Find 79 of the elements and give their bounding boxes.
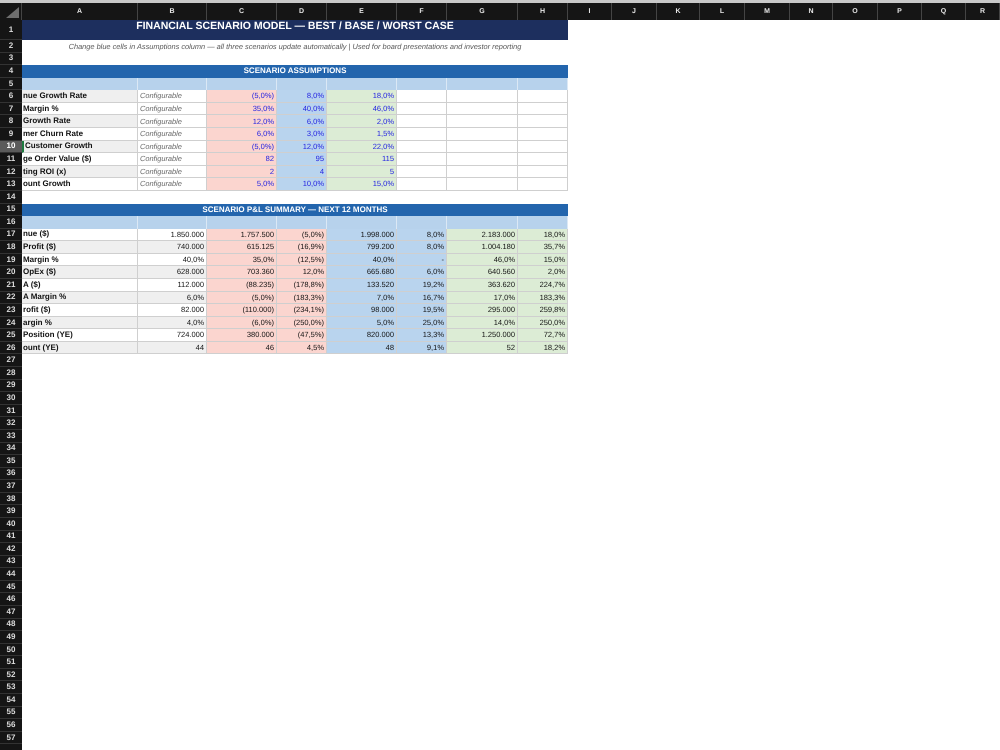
- row-header[interactable]: 6: [0, 90, 22, 103]
- row-label: Position (YE): [22, 329, 138, 342]
- row-header[interactable]: 34: [0, 442, 22, 456]
- row-header[interactable]: 44: [0, 568, 22, 581]
- row-header[interactable]: 17: [0, 228, 22, 242]
- row-label: ount (YE): [22, 342, 138, 354]
- row-header[interactable]: 2: [0, 40, 22, 53]
- row-label: A ($): [22, 278, 138, 292]
- row-label: A Margin %: [22, 292, 138, 304]
- section-header: SCENARIO P&L SUMMARY — NEXT 12 MONTHS: [22, 204, 568, 216]
- row-header[interactable]: 32: [0, 417, 22, 430]
- row-label: nue ($): [22, 228, 138, 242]
- row-header[interactable]: 50: [0, 644, 22, 656]
- row-header[interactable]: 54: [0, 694, 22, 707]
- row-header[interactable]: 10: [0, 140, 22, 154]
- row-label: Margin %: [22, 102, 138, 116]
- row-header[interactable]: 35: [0, 455, 22, 468]
- row-header[interactable]: 57: [0, 732, 22, 744]
- row-header[interactable]: 7: [0, 102, 22, 116]
- row-header[interactable]: 15: [0, 204, 22, 216]
- row-header[interactable]: 56: [0, 719, 22, 732]
- row-header[interactable]: 25: [0, 329, 22, 342]
- row-header[interactable]: 19: [0, 254, 22, 266]
- row-header[interactable]: 49: [0, 631, 22, 644]
- row-header[interactable]: 1: [0, 20, 22, 40]
- row-label: Margin %: [22, 254, 138, 266]
- row-label: ting ROI (x): [22, 166, 138, 178]
- row-label: rofit ($): [22, 304, 138, 317]
- row-header[interactable]: 31: [0, 404, 22, 418]
- row-header[interactable]: 43: [0, 556, 22, 568]
- row-header[interactable]: 9: [0, 128, 22, 141]
- row-header[interactable]: 42: [0, 543, 22, 556]
- row-header[interactable]: 3: [0, 52, 22, 66]
- row-header[interactable]: 36: [0, 468, 22, 480]
- row-header[interactable]: 40: [0, 518, 22, 531]
- row-header[interactable]: 16: [0, 216, 22, 229]
- row-header[interactable]: 45: [0, 580, 22, 594]
- row-header[interactable]: 47: [0, 606, 22, 619]
- row-header[interactable]: 38: [0, 492, 22, 506]
- row-header[interactable]: 41: [0, 530, 22, 544]
- row-header[interactable]: 46: [0, 593, 22, 606]
- row-label: nue Growth Rate: [22, 90, 138, 103]
- row-label: ount Growth: [22, 178, 138, 191]
- row-header[interactable]: 11: [0, 153, 22, 166]
- row-header[interactable]: 33: [0, 430, 22, 442]
- row-label: mer Churn Rate: [22, 128, 138, 141]
- triangle-icon: [6, 7, 19, 18]
- row-header[interactable]: 5: [0, 78, 22, 90]
- row-header[interactable]: 21: [0, 278, 22, 292]
- row-header[interactable]: 27: [0, 354, 22, 368]
- row-header[interactable]: 8: [0, 115, 22, 128]
- row-header[interactable]: 26: [0, 342, 22, 354]
- row-header[interactable]: 20: [0, 266, 22, 279]
- row-label: Customer Growth: [22, 140, 138, 154]
- row-header[interactable]: 48: [0, 618, 22, 632]
- row-header[interactable]: 12: [0, 166, 22, 178]
- row-header[interactable]: 37: [0, 480, 22, 493]
- row-header[interactable]: 23: [0, 304, 22, 317]
- row-header[interactable]: 14: [0, 190, 22, 204]
- row-header[interactable]: 13: [0, 178, 22, 191]
- row-header[interactable]: 39: [0, 505, 22, 518]
- row-header[interactable]: 22: [0, 292, 22, 304]
- row-header[interactable]: 29: [0, 380, 22, 392]
- row-header[interactable]: 28: [0, 367, 22, 380]
- sheet-title: FINANCIAL SCENARIO MODEL — BEST / BASE / WORST CASE: [22, 20, 568, 40]
- row-header[interactable]: 30: [0, 392, 22, 405]
- row-label: Growth Rate: [22, 115, 138, 128]
- row-header[interactable]: 4: [0, 65, 22, 78]
- row-header[interactable]: 53: [0, 681, 22, 694]
- row-label: argin %: [22, 316, 138, 330]
- row-label: Profit ($): [22, 241, 138, 254]
- section-header: SCENARIO ASSUMPTIONS: [22, 65, 568, 78]
- row-header[interactable]: 24: [0, 316, 22, 330]
- row-label: ge Order Value ($): [22, 153, 138, 166]
- row-header[interactable]: 18: [0, 241, 22, 254]
- row-label: OpEx ($): [22, 266, 138, 279]
- row-header[interactable]: 52: [0, 668, 22, 682]
- row-header[interactable]: 51: [0, 656, 22, 669]
- row-header[interactable]: 55: [0, 706, 22, 720]
